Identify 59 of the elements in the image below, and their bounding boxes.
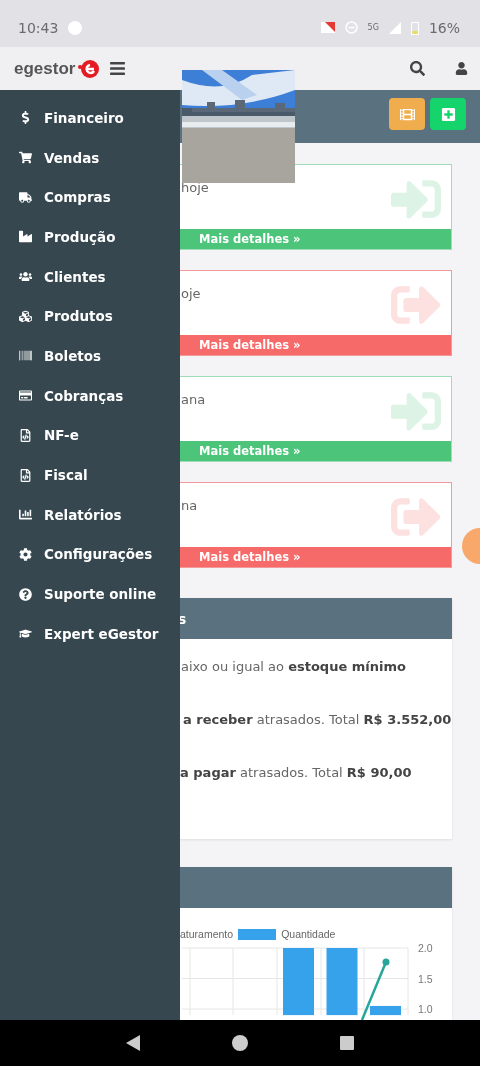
legend-label: aturamento [180,928,234,940]
logo-icon [77,58,100,79]
bar [326,948,358,1016]
axis-tick: 1.0 [418,1003,433,1015]
card-text: hoje [181,180,209,197]
axis-tick: 1.5 [418,972,433,985]
menu-icon[interactable] [109,60,127,77]
gear-icon [18,547,32,561]
sidebar-item[interactable]: Boletos [0,336,180,376]
plus-icon [440,106,456,122]
sidebar-item[interactable]: Cobranças [0,375,180,416]
cast-icon [320,22,335,33]
trend-line-drawing [360,958,390,1020]
bar [370,1005,401,1016]
file-code-icon [18,468,32,482]
axis-tick: 2.0 [418,942,433,954]
user-icon[interactable] [455,62,468,75]
question-icon [18,587,32,601]
factory-icon [18,230,32,244]
sidebar-item[interactable]: Compras [0,177,180,218]
home-icon[interactable] [232,1035,248,1051]
sidebar-item[interactable]: Vendas [0,137,180,178]
card-text: oje [181,286,201,303]
card-icon [18,389,32,403]
sidebar-item[interactable]: Financeiro [0,98,180,138]
sidebar-item[interactable]: Expert eGestor [0,613,180,654]
back-icon[interactable] [126,1035,140,1051]
sidebar-item[interactable]: Clientes [0,256,180,297]
sidebar-item[interactable]: Suporte online [0,574,180,614]
sidebar-item[interactable]: Configurações [0,534,180,575]
cubes-icon [18,309,32,323]
signal-icon [388,21,401,34]
file-code-icon [18,428,32,442]
logo-text: egestor [14,58,76,79]
notification-dot-icon [68,20,83,35]
do-not-disturb-icon [344,21,358,34]
battery-level: 16% [428,19,460,36]
network-type: 5G [367,23,379,32]
sidebar-item[interactable]: Produção [0,217,180,257]
alert-text: aixo ou igual ao estoque mínimo [181,659,407,674]
people-icon [18,270,32,284]
sidebar-item[interactable]: Relatórios [0,494,180,535]
film-icon [399,106,415,122]
barcode-icon [18,349,32,363]
battery-icon [410,20,419,35]
sidebar-item[interactable]: NF-e [0,415,180,456]
card-text: na [181,498,198,515]
legend-label: Quantidade [281,928,336,940]
bar [283,948,314,1016]
sidebar-item[interactable]: Fiscal [0,455,180,495]
truck-icon [18,190,32,204]
search-icon[interactable] [410,61,425,76]
bar-chart-icon [18,508,32,522]
cart-icon [18,151,32,165]
alert-text: a receber atrasados. Total R$ 3.552,00 [183,712,452,727]
alert-text: a pagar atrasados. Total R$ 90,00 [180,765,413,780]
card-text: ana [181,392,206,409]
sidebar-item[interactable]: Produtos [0,296,180,337]
clock: 10:43 [18,19,59,36]
